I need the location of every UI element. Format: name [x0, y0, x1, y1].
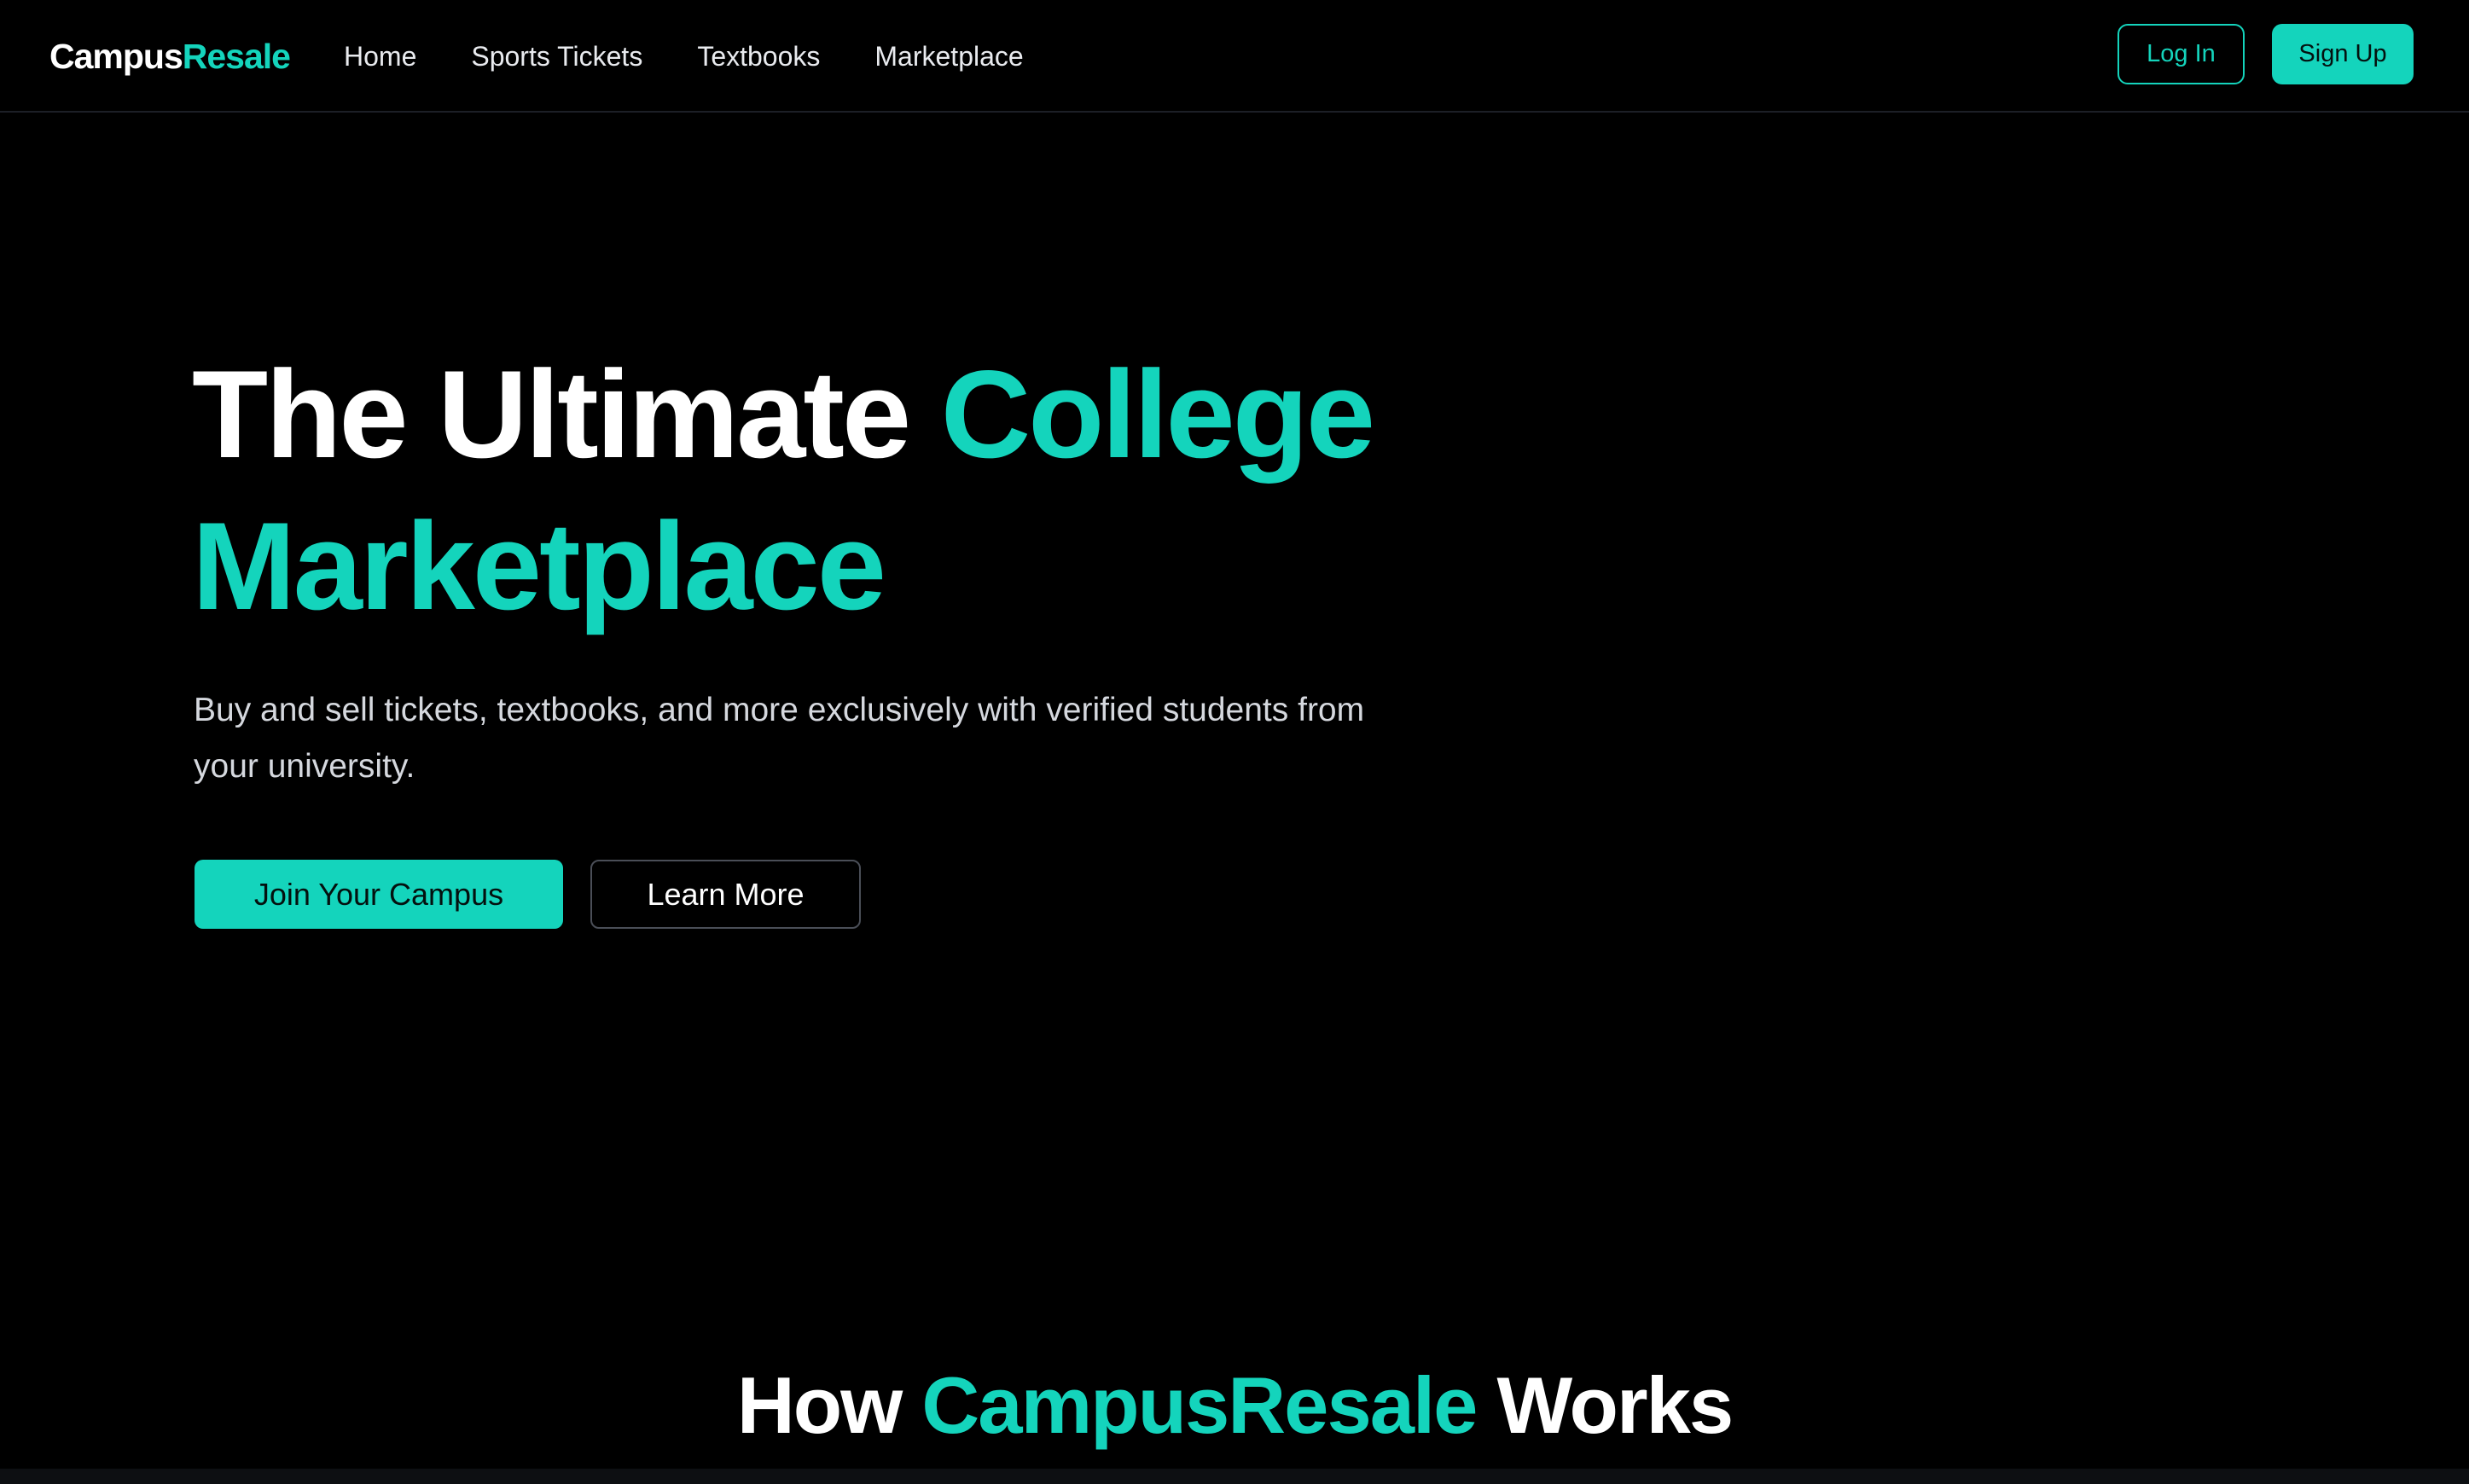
- hero-subtitle: Buy and sell tickets, textbooks, and mor…: [194, 692, 1365, 785]
- join-campus-button[interactable]: Join Your Campus: [195, 860, 563, 929]
- nav-link-sports-tickets[interactable]: Sports Tickets: [471, 41, 642, 72]
- main-nav: Home Sports Tickets Textbooks Marketplac…: [344, 31, 1024, 82]
- how-it-works-brand: CampusResale: [921, 1360, 1478, 1450]
- learn-more-button[interactable]: Learn More: [590, 860, 861, 929]
- hero-title: The Ultimate College Marketplace: [192, 339, 1642, 642]
- nav-link-marketplace[interactable]: Marketplace: [874, 41, 1023, 72]
- hero-title-college: College: [940, 345, 1375, 484]
- brand-logo[interactable]: CampusResale: [49, 31, 291, 82]
- signup-button[interactable]: Sign Up: [2272, 24, 2414, 84]
- logo-text-resale: Resale: [182, 37, 291, 76]
- section-divider: [0, 1469, 2469, 1484]
- nav-link-textbooks[interactable]: Textbooks: [697, 41, 820, 72]
- how-it-works-title: How CampusResale Works: [0, 1354, 2469, 1457]
- how-it-works-prefix: How: [736, 1360, 922, 1450]
- hero-title-white: The Ultimate: [192, 345, 941, 484]
- how-it-works-suffix: Works: [1476, 1360, 1734, 1450]
- logo-text-campus: Campus: [49, 37, 183, 76]
- hero-title-marketplace: Marketplace: [192, 496, 886, 635]
- login-button[interactable]: Log In: [2118, 24, 2245, 84]
- nav-link-home[interactable]: Home: [344, 41, 416, 72]
- top-navbar: CampusResale Home Sports Tickets Textboo…: [0, 0, 2469, 113]
